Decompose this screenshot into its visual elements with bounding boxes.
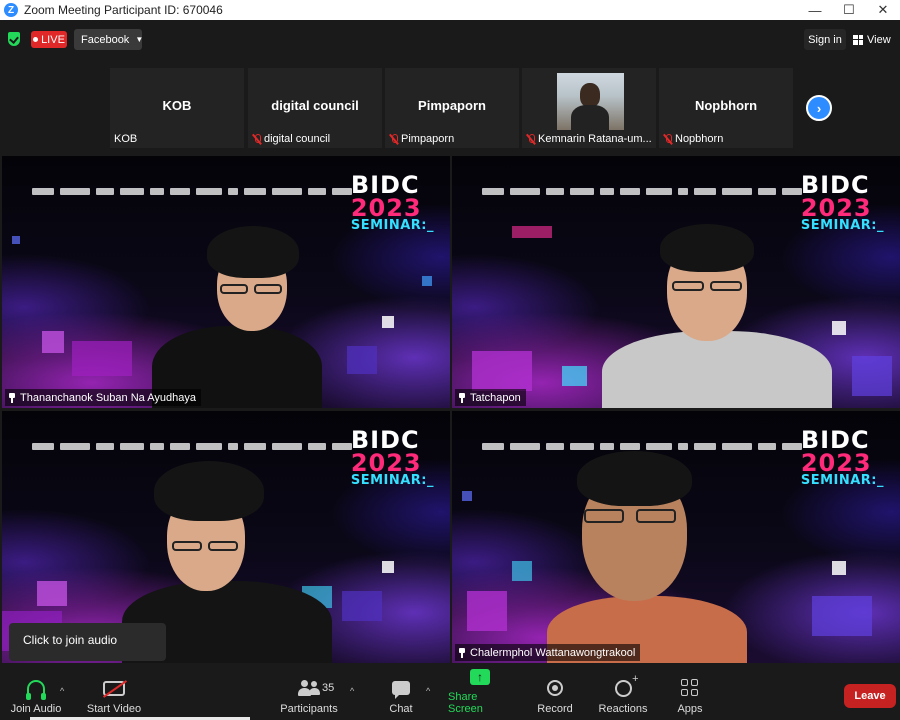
grid-view-icon (853, 34, 863, 45)
share-screen-label: Share Screen (448, 691, 483, 715)
thumbnail-label: Pimpaporn (389, 133, 454, 145)
thumbnail-name: Pimpaporn (401, 133, 455, 145)
participant-thumbnail[interactable]: Nopbhorn Nopbhorn (659, 68, 793, 148)
person-body (571, 105, 609, 130)
meeting-topbar: LIVE Facebook ▼ Sign in View (0, 20, 900, 60)
apps-icon (681, 679, 699, 697)
apps-label: Apps (677, 703, 703, 715)
next-page-arrow-icon[interactable]: › (806, 95, 832, 121)
participant-thumbnail[interactable]: Kemnarin Ratana-um... (522, 68, 656, 148)
maximize-button[interactable]: ☐ (832, 0, 866, 20)
record-icon (547, 680, 563, 696)
share-screen-button[interactable]: ↑ Share Screen (448, 666, 512, 720)
share-screen-icon: ↑ (470, 668, 490, 685)
participants-icon (297, 679, 321, 697)
view-label: View (867, 33, 891, 46)
meeting-toolbar: Join Audio ^ Start Video Participants 35… (0, 666, 900, 720)
pin-icon (458, 392, 466, 403)
window-title: Zoom Meeting Participant ID: 670046 (24, 3, 223, 17)
reactions-icon (614, 673, 639, 697)
start-video-button[interactable]: Start Video (86, 666, 142, 720)
video-off-icon (103, 680, 125, 696)
thumbnail-name: digital council (264, 133, 331, 145)
thumbnail-name: Nopbhorn (675, 133, 724, 145)
reactions-label: Reactions (598, 703, 648, 715)
participant-name: Thananchanok Suban Na Ayudhaya (20, 391, 196, 404)
join-audio-tooltip: Click to join audio (9, 623, 166, 661)
participants-label: Participants (280, 703, 338, 715)
record-button[interactable]: Record (534, 666, 576, 720)
participant-video (2, 156, 450, 408)
stream-target-label: Facebook (81, 33, 130, 46)
headphone-icon (26, 680, 46, 700)
stream-target-dropdown[interactable]: Facebook ▼ (74, 29, 144, 50)
thumbnail-name: KOB (114, 133, 138, 145)
muted-mic-icon (252, 133, 262, 145)
participant-video-thumbnail (557, 73, 624, 130)
video-tile[interactable]: BIDC 2023 SEMINAR:_ Thananchanok Suban N… (2, 156, 450, 408)
leave-button[interactable]: Leave (844, 684, 896, 708)
thumbnail-display-name: Pimpaporn (418, 98, 486, 113)
chat-options-chevron-icon[interactable]: ^ (426, 686, 430, 696)
thumbnail-label: KOB (114, 133, 137, 145)
thumbnail-label: Kemnarin Ratana-um... (526, 133, 652, 145)
participants-options-chevron-icon[interactable]: ^ (350, 686, 354, 696)
thumbnail-label: digital council (252, 133, 330, 145)
audio-options-chevron-icon[interactable]: ^ (60, 686, 64, 696)
minimize-button[interactable]: — (798, 0, 832, 20)
participant-name-label: Tatchapon (455, 389, 526, 406)
window-titlebar: Z Zoom Meeting Participant ID: 670046 — … (0, 0, 900, 20)
chevron-down-icon: ▼ (135, 35, 144, 44)
thumbnail-label: Nopbhorn (663, 133, 723, 145)
chat-label: Chat (389, 703, 413, 715)
record-label: Record (537, 703, 573, 715)
participant-thumbnail[interactable]: digital council digital council (248, 68, 382, 148)
thumbnail-display-name: Nopbhorn (694, 98, 758, 113)
live-label: LIVE (41, 33, 65, 46)
zoom-app-icon: Z (4, 3, 18, 17)
pin-icon (8, 392, 16, 403)
chat-button[interactable]: Chat (380, 666, 422, 720)
join-audio-button[interactable]: Join Audio (8, 666, 64, 720)
participant-name: Chalermphol Wattanawongtrakool (470, 646, 636, 659)
muted-mic-icon (389, 133, 399, 145)
participant-thumbnail[interactable]: KOB KOB (110, 68, 244, 148)
participant-name-label: Chalermphol Wattanawongtrakool (455, 644, 641, 661)
security-shield-icon[interactable] (8, 32, 20, 46)
sign-in-button[interactable]: Sign in (804, 29, 846, 50)
start-video-label: Start Video (86, 703, 142, 715)
video-tile[interactable]: BIDC 2023 SEMINAR:_ Chalermphol Wattanaw… (452, 411, 900, 663)
participant-name: Tatchapon (470, 391, 521, 404)
participant-thumbnail-strip: KOB KOB digital council digital council … (0, 60, 900, 155)
pin-icon (458, 647, 466, 658)
muted-mic-icon (526, 133, 536, 145)
video-tile[interactable]: BIDC 2023 SEMINAR:_ Tatchapon (452, 156, 900, 408)
live-dot-icon (33, 37, 39, 42)
view-button[interactable]: View (853, 29, 897, 50)
reactions-button[interactable]: Reactions (598, 666, 648, 720)
participant-thumbnail[interactable]: Pimpaporn Pimpaporn (385, 68, 519, 148)
participant-video (452, 411, 900, 663)
thumbnail-name: Kemnarin Ratana-um... (538, 133, 652, 145)
close-button[interactable]: ✕ (866, 0, 900, 20)
thumbnail-display-name: KOB (162, 98, 192, 113)
muted-mic-icon (663, 133, 673, 145)
thumbnail-display-name: digital council (271, 98, 359, 113)
live-badge[interactable]: LIVE (31, 31, 67, 48)
person-head (580, 83, 600, 107)
join-audio-label: Join Audio (10, 703, 62, 715)
participant-count: 35 (322, 682, 335, 694)
participant-name-label: Thananchanok Suban Na Ayudhaya (5, 389, 201, 406)
participant-video (452, 156, 900, 408)
apps-button[interactable]: Apps (672, 666, 708, 720)
chat-icon (392, 681, 410, 699)
